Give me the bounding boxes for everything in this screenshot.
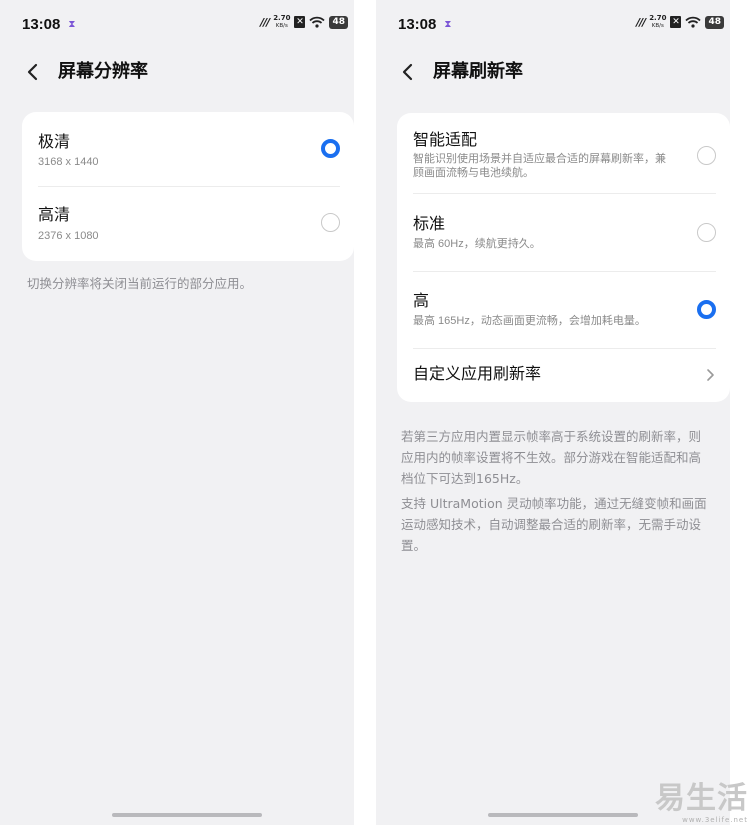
option-label: 极清 xyxy=(38,132,71,151)
refresh-note-1: 若第三方应用内置显示帧率高于系统设置的刷新率，则 应用内的帧率设置将不生效。部分… xyxy=(401,429,702,486)
option-smart-adapt[interactable]: 智能适配 智能识别使用场景并自适应最合适的屏幕刷新率，兼 顾画面流畅与电池续航。 xyxy=(397,113,730,193)
option-ultra-hd[interactable]: 极清 3168 x 1440 xyxy=(22,112,354,186)
status-bar: 13:08 ⧗ /// 2.70 KB/s ✕ 48 xyxy=(376,0,730,48)
back-icon[interactable] xyxy=(22,60,44,84)
option-description-line2: 顾画面流畅与电池续航。 xyxy=(413,167,534,179)
option-high[interactable]: 高 最高 165Hz，动态画面更流畅，会增加耗电量。 xyxy=(397,272,730,348)
option-label: 标准 xyxy=(413,214,446,233)
radio-ultra-hd[interactable] xyxy=(321,139,340,158)
status-time: 13:08 xyxy=(398,15,437,33)
option-resolution: 3168 x 1440 xyxy=(38,156,99,168)
refresh-note-2: 支持 UltraMotion 灵动帧率功能，通过无缝变帧和画面 运动感知技术，自… xyxy=(401,496,707,553)
network-speed: 2.70 KB/s xyxy=(273,14,291,29)
status-icons: /// 2.70 KB/s ✕ 48 xyxy=(260,14,348,30)
radio-high[interactable] xyxy=(697,300,716,319)
no-sim-icon: ✕ xyxy=(294,16,306,28)
page-title: 屏幕刷新率 xyxy=(433,61,523,82)
resolution-note: 切换分辨率将关闭当前运行的部分应用。 xyxy=(27,276,253,291)
hourglass-icon: ⧗ xyxy=(444,18,452,30)
home-indicator[interactable] xyxy=(488,813,638,817)
nav-bar: 屏幕刷新率 xyxy=(376,56,730,88)
option-hd[interactable]: 高清 2376 x 1080 xyxy=(22,187,354,261)
option-label: 智能适配 xyxy=(413,130,478,149)
battery-indicator: 48 xyxy=(705,15,724,29)
status-bar: 13:08 ⧗ /// 2.70 KB/s ✕ 48 xyxy=(0,0,354,48)
no-sim-icon: ✕ xyxy=(670,16,682,28)
option-label: 高 xyxy=(413,291,430,310)
signal-icon: /// xyxy=(636,15,646,29)
option-standard[interactable]: 标准 最高 60Hz，续航更持久。 xyxy=(397,194,730,271)
back-icon[interactable] xyxy=(397,60,419,84)
battery-indicator: 48 xyxy=(329,15,348,29)
chevron-right-icon xyxy=(707,369,714,381)
nav-bar: 屏幕分辨率 xyxy=(0,56,354,88)
radio-hd[interactable] xyxy=(321,213,340,232)
refresh-rate-card: 智能适配 智能识别使用场景并自适应最合适的屏幕刷新率，兼 顾画面流畅与电池续航。… xyxy=(397,113,730,402)
radio-smart-adapt[interactable] xyxy=(697,146,716,165)
home-indicator[interactable] xyxy=(112,813,262,817)
wifi-icon xyxy=(309,16,326,28)
watermark-logo: 易生活 www.3elife.net xyxy=(655,781,748,825)
refresh-rate-screen: 13:08 ⧗ /// 2.70 KB/s ✕ 48 屏幕刷新率 智能适配 智能识… xyxy=(376,0,730,825)
option-description: 最高 60Hz，续航更持久。 xyxy=(413,238,541,250)
status-icons: /// 2.70 KB/s ✕ 48 xyxy=(636,14,724,30)
status-time: 13:08 xyxy=(22,15,61,33)
signal-icon: /// xyxy=(260,15,270,29)
resolution-card: 极清 3168 x 1440 高清 2376 x 1080 xyxy=(22,112,354,261)
network-speed: 2.70 KB/s xyxy=(649,14,667,29)
hourglass-icon: ⧗ xyxy=(68,18,76,30)
option-resolution: 2376 x 1080 xyxy=(38,230,99,242)
custom-link-label: 自定义应用刷新率 xyxy=(413,364,542,383)
wifi-icon xyxy=(685,16,702,28)
screen-resolution-screen: 13:08 ⧗ /// 2.70 KB/s ✕ 48 屏幕分辨率 极清 3168 … xyxy=(0,0,354,825)
option-label: 高清 xyxy=(38,205,71,224)
option-description: 最高 165Hz，动态画面更流畅，会增加耗电量。 xyxy=(413,315,646,327)
page-title: 屏幕分辨率 xyxy=(58,61,148,82)
custom-app-refresh-rate-link[interactable]: 自定义应用刷新率 xyxy=(397,349,730,402)
option-description-line1: 智能识别使用场景并自适应最合适的屏幕刷新率，兼 xyxy=(413,153,666,165)
radio-standard[interactable] xyxy=(697,223,716,242)
